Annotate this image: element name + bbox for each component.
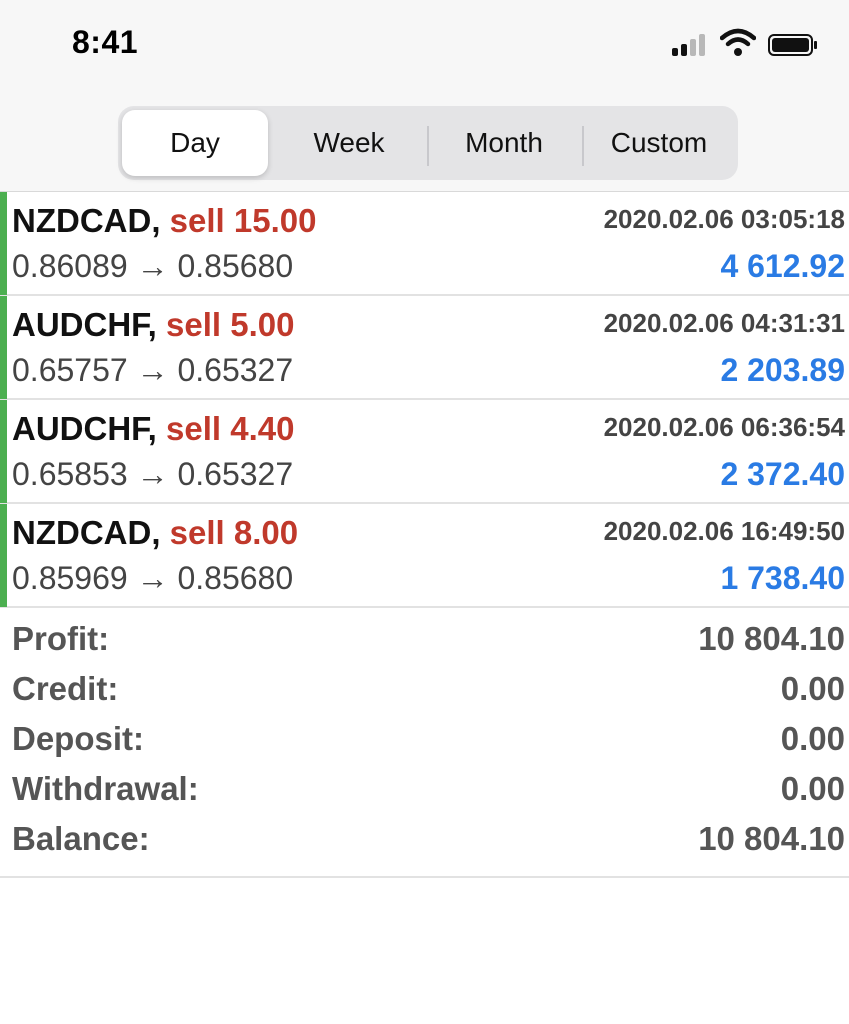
summary-label: Profit: <box>12 620 110 657</box>
trade-time: 2020.02.06 16:49:50 <box>603 516 845 546</box>
trade-side: sell 4.40 <box>166 410 295 447</box>
trade-time: 2020.02.06 03:05:18 <box>603 204 845 234</box>
segment-divider <box>582 126 584 166</box>
trade-profit: 2 372.40 <box>720 456 845 492</box>
trade-row[interactable]: NZDCAD, sell 8.00 2020.02.06 16:49:50 0.… <box>0 504 849 608</box>
trade-side: sell 8.00 <box>169 514 299 551</box>
summary-row-profit: Profit: 10 804.10 <box>0 618 849 668</box>
summary-value: 0.00 <box>780 720 845 757</box>
trade-row[interactable]: AUDCHF, sell 4.40 2020.02.06 06:36:54 0.… <box>0 400 849 504</box>
trade-side: sell 15.00 <box>169 202 317 239</box>
trade-side: sell 5.00 <box>166 306 295 343</box>
summary-label: Balance: <box>12 820 150 857</box>
tab-week[interactable]: Week <box>276 110 422 176</box>
status-icons <box>670 26 830 62</box>
trade-time: 2020.02.06 04:31:31 <box>603 308 845 338</box>
trade-profit: 2 203.89 <box>720 352 845 388</box>
profit-indicator-bar <box>0 296 7 399</box>
summary-value: 10 804.10 <box>698 620 845 657</box>
trade-row[interactable]: NZDCAD, sell 15.00 2020.02.06 03:05:18 0… <box>0 192 849 296</box>
summary-label: Withdrawal: <box>12 770 199 807</box>
trade-prices: 0.85969 → 0.85680 <box>12 560 294 596</box>
header-area: 8:41 Day Week Month Custom <box>0 0 849 192</box>
trade-prices: 0.86089 → 0.85680 <box>12 248 294 284</box>
summary-row-deposit: Deposit: 0.00 <box>0 718 849 768</box>
trade-prices: 0.65757 → 0.65327 <box>12 352 294 388</box>
profit-indicator-bar <box>0 400 7 503</box>
summary-label: Credit: <box>12 670 119 707</box>
trade-row[interactable]: AUDCHF, sell 5.00 2020.02.06 04:31:31 0.… <box>0 296 849 400</box>
summary-row-withdrawal: Withdrawal: 0.00 <box>0 768 849 818</box>
trade-profit: 1 738.40 <box>720 560 845 596</box>
trade-symbol: AUDCHF, sell 4.40 <box>12 410 295 447</box>
tab-day[interactable]: Day <box>122 110 268 176</box>
tab-month[interactable]: Month <box>431 110 577 176</box>
status-time: 8:41 <box>72 24 139 60</box>
period-segmented-control: Day Week Month Custom <box>118 106 738 180</box>
summary-label: Deposit: <box>12 720 144 757</box>
profit-indicator-bar <box>0 504 7 607</box>
segment-divider <box>427 126 429 166</box>
cellular-signal-icon <box>672 32 712 56</box>
summary-value: 10 804.10 <box>698 820 845 857</box>
trade-time: 2020.02.06 06:36:54 <box>603 412 845 442</box>
trade-symbol: NZDCAD, sell 8.00 <box>12 514 299 551</box>
summary-value: 0.00 <box>780 770 845 807</box>
trade-profit: 4 612.92 <box>720 248 845 284</box>
summary-value: 0.00 <box>780 670 845 707</box>
account-summary: Profit: 10 804.10 Credit: 0.00 Deposit: … <box>0 618 849 878</box>
tab-custom[interactable]: Custom <box>586 110 732 176</box>
battery-icon <box>768 34 817 56</box>
profit-indicator-bar <box>0 192 7 295</box>
trade-prices: 0.65853 → 0.65327 <box>12 456 294 492</box>
summary-row-balance: Balance: 10 804.10 <box>0 818 849 868</box>
trade-symbol: NZDCAD, sell 15.00 <box>12 202 317 239</box>
trade-history-list: NZDCAD, sell 15.00 2020.02.06 03:05:18 0… <box>0 192 849 608</box>
summary-row-credit: Credit: 0.00 <box>0 668 849 718</box>
wifi-icon <box>720 28 756 56</box>
trade-symbol: AUDCHF, sell 5.00 <box>12 306 295 343</box>
